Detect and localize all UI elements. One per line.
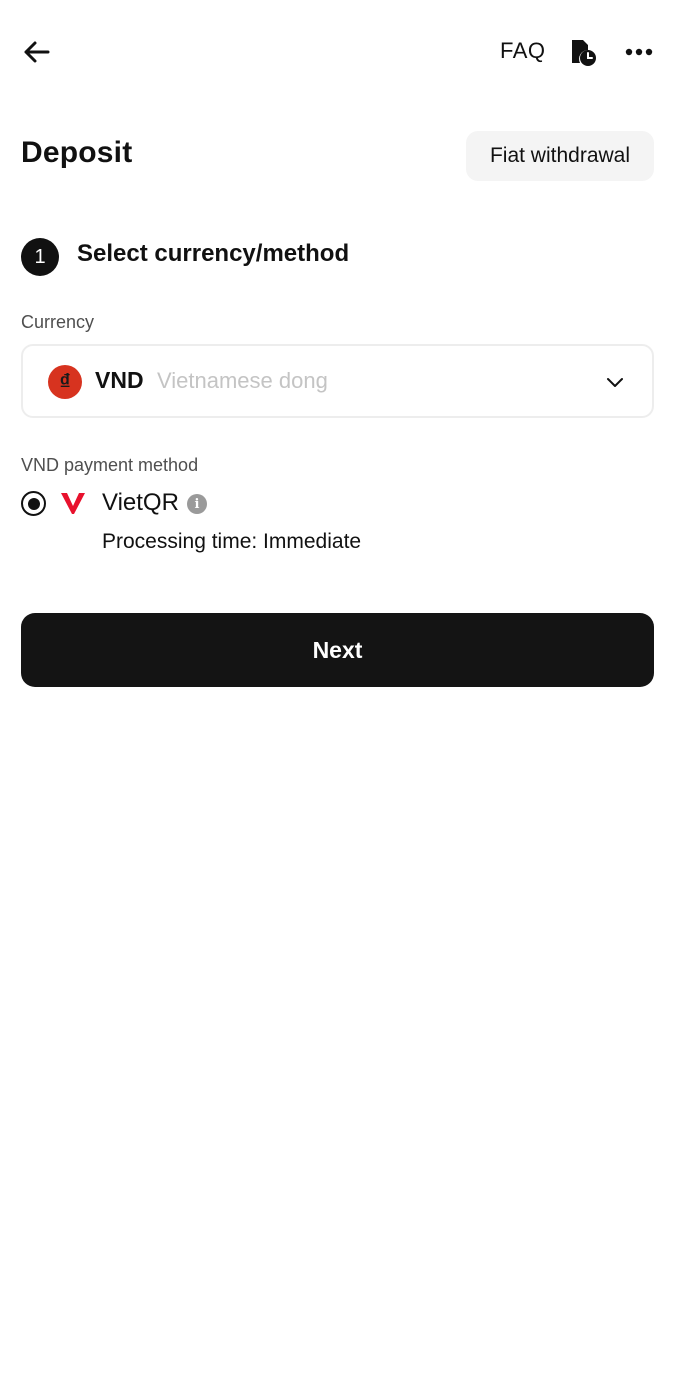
fiat-withdrawal-button[interactable]: Fiat withdrawal	[466, 131, 654, 181]
deposit-page: FAQ Deposit Fiat withdrawal 1 Select cur…	[0, 0, 674, 1396]
payment-method-option-vietqr[interactable]: VietQR i	[21, 486, 421, 522]
back-button[interactable]	[16, 34, 56, 70]
top-bar: FAQ	[0, 0, 674, 104]
faq-link[interactable]: FAQ	[500, 38, 546, 64]
chevron-down-icon	[607, 378, 623, 387]
info-icon[interactable]: i	[187, 494, 207, 514]
vietqr-logo-icon	[61, 493, 85, 514]
page-title: Deposit	[21, 136, 133, 169]
currency-code: VND	[95, 367, 144, 393]
processing-time-text: Processing time: Immediate	[102, 530, 362, 553]
next-button[interactable]: Next	[21, 613, 654, 687]
currency-select[interactable]: ₫ VND Vietnamese dong	[21, 344, 654, 418]
history-button[interactable]	[566, 36, 600, 68]
radio-button[interactable]	[21, 491, 46, 516]
currency-label: Currency	[21, 312, 95, 332]
step-title: Select currency/method	[77, 240, 350, 267]
payment-method-name: VietQR	[102, 489, 179, 516]
vnd-coin-icon: ₫	[48, 365, 82, 399]
more-options-button[interactable]	[622, 36, 656, 68]
payment-method-label: VND payment method	[21, 455, 199, 475]
document-clock-icon	[572, 40, 596, 66]
ellipsis-icon	[625, 48, 653, 56]
radio-selected-dot	[27, 497, 40, 510]
currency-name: Vietnamese dong	[157, 368, 328, 393]
arrow-left-icon	[24, 41, 50, 63]
step-number-badge: 1	[21, 238, 59, 276]
